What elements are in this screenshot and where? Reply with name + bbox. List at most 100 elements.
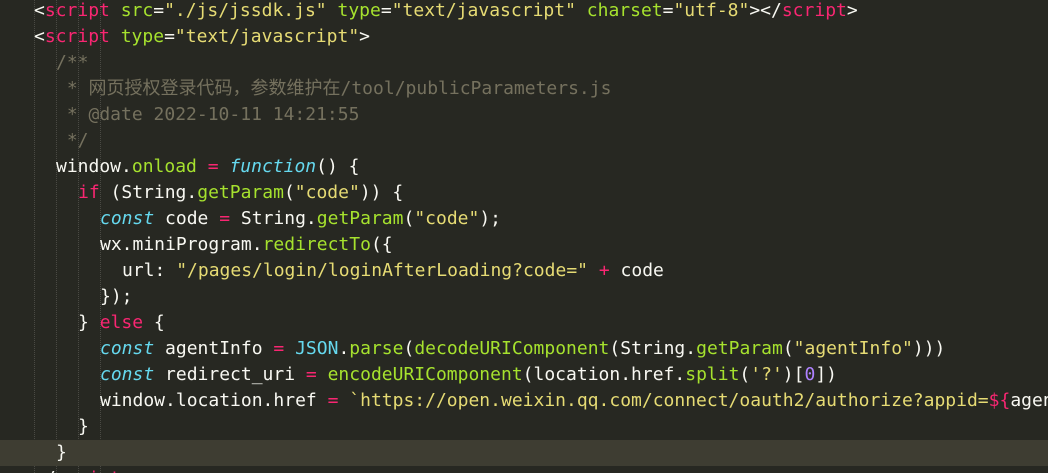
code-line-text: </script>: [34, 466, 132, 473]
code-token: else: [99, 312, 144, 333]
code-token: }: [56, 442, 67, 463]
code-token: getParam: [316, 208, 404, 229]
code-token: {: [143, 312, 165, 333]
code-line-text: wx.miniProgram.redirectTo({: [100, 232, 393, 258]
code-line[interactable]: <script src="./js/jssdk.js" type="text/j…: [0, 0, 1048, 24]
code-line-text: });: [100, 284, 133, 310]
code-token: >: [121, 468, 132, 473]
code-line-text: url: "/pages/login/loginAfterLoading?cod…: [122, 258, 664, 284]
code-token: type: [120, 26, 165, 47]
code-token: const: [100, 208, 155, 229]
code-line-text: <script type="text/javascript">: [34, 24, 370, 50]
code-token: ))): [912, 338, 946, 359]
code-editor[interactable]: <script src="./js/jssdk.js" type="text/j…: [0, 0, 1048, 473]
code-token: "text/javascript": [391, 0, 576, 21]
code-line[interactable]: });: [0, 284, 1048, 310]
code-token: onload: [131, 156, 197, 177]
code-token: }: [78, 416, 89, 437]
code-token: code: [154, 208, 220, 229]
code-token: charset: [586, 0, 663, 21]
code-line-text: /**: [56, 50, 89, 76]
code-token: >: [846, 0, 858, 21]
code-token: >: [359, 26, 370, 47]
code-token: ({: [370, 234, 393, 255]
code-line-text: window.location.href = `https://open.wei…: [100, 388, 1048, 414]
code-token: agentInfo: [154, 338, 274, 359]
code-line[interactable]: */: [0, 128, 1048, 154]
code-line[interactable]: if (String.getParam("code")) {: [0, 180, 1048, 206]
code-token: script: [44, 26, 110, 47]
code-token: .: [121, 156, 132, 177]
code-token: parse: [349, 338, 404, 359]
code-line[interactable]: wx.miniProgram.redirectTo({: [0, 232, 1048, 258]
code-token: (: [283, 182, 295, 203]
code-token: =: [153, 0, 165, 21]
code-line[interactable]: }: [0, 440, 1048, 466]
code-token: =: [305, 364, 317, 385]
code-token: "./js/jssdk.js": [164, 0, 327, 21]
code-token: (: [403, 338, 415, 359]
code-token: });: [100, 286, 133, 307]
code-token: ></: [749, 0, 782, 21]
code-line[interactable]: </script>: [0, 466, 1048, 473]
code-token: type: [337, 0, 381, 21]
code-line-text: <script src="./js/jssdk.js" type="text/j…: [34, 0, 858, 24]
code-token: <: [34, 0, 45, 21]
code-token: (: [739, 364, 751, 385]
code-line[interactable]: const code = String.getParam("code");: [0, 206, 1048, 232]
code-token: function: [229, 156, 317, 177]
code-token: .: [338, 338, 350, 359]
code-token: (String.: [609, 338, 697, 359]
code-token: =: [273, 338, 285, 359]
code-line-text: const code = String.getParam("code");: [100, 206, 501, 232]
code-token: ${: [988, 390, 1011, 411]
code-line-text: } else {: [78, 310, 165, 336]
code-token: =: [164, 26, 175, 47]
code-line[interactable]: const redirect_uri = encodeURIComponent(…: [0, 362, 1048, 388]
code-token: "code": [294, 182, 360, 203]
code-line-text: }: [78, 414, 89, 440]
code-token: =: [327, 390, 339, 411]
code-token: code: [609, 260, 664, 281]
code-line-text: const redirect_uri = encodeURIComponent(…: [100, 362, 837, 388]
code-token: "utf-8": [673, 0, 750, 21]
code-token: script: [56, 468, 121, 473]
code-token: +: [598, 260, 610, 281]
code-token: );: [479, 208, 502, 229]
code-token: (String.: [99, 182, 198, 203]
code-line-text: const agentInfo = JSON.parse(decodeURICo…: [100, 336, 945, 362]
code-line-text: * @date 2022-10-11 14:21:55: [56, 102, 360, 128]
code-line[interactable]: * @date 2022-10-11 14:21:55: [0, 102, 1048, 128]
code-token: <: [34, 26, 45, 47]
code-line-text: window.onload = function() {: [56, 154, 360, 180]
code-line[interactable]: /**: [0, 50, 1048, 76]
code-line[interactable]: }: [0, 414, 1048, 440]
code-line[interactable]: } else {: [0, 310, 1048, 336]
code-token: =: [662, 0, 674, 21]
code-line[interactable]: * 网页授权登录代码，参数维护在/tool/publicParameters.j…: [0, 76, 1048, 102]
code-token: * 网页授权登录代码，参数维护在/tool/publicParameters.j…: [56, 78, 612, 99]
code-line[interactable]: window.onload = function() {: [0, 154, 1048, 180]
code-token: ]): [815, 364, 837, 385]
code-token: '?': [750, 364, 783, 385]
code-line[interactable]: window.location.href = `https://open.wei…: [0, 388, 1048, 414]
code-line[interactable]: url: "/pages/login/loginAfterLoading?cod…: [0, 258, 1048, 284]
code-token: =: [207, 156, 219, 177]
code-token: */: [56, 130, 89, 151]
code-line[interactable]: const agentInfo = JSON.parse(decodeURICo…: [0, 336, 1048, 362]
code-token: * @date 2022-10-11 14:21:55: [56, 104, 360, 125]
code-line[interactable]: <script type="text/javascript">: [0, 24, 1048, 50]
code-token: wx.miniProgram.: [100, 234, 263, 255]
code-token: )[: [782, 364, 805, 385]
code-token: (: [782, 338, 794, 359]
code-token: =: [219, 208, 231, 229]
code-token: /**: [56, 52, 89, 73]
code-token: split: [685, 364, 740, 385]
code-token: redirectTo: [262, 234, 371, 255]
code-token: =: [380, 0, 392, 21]
